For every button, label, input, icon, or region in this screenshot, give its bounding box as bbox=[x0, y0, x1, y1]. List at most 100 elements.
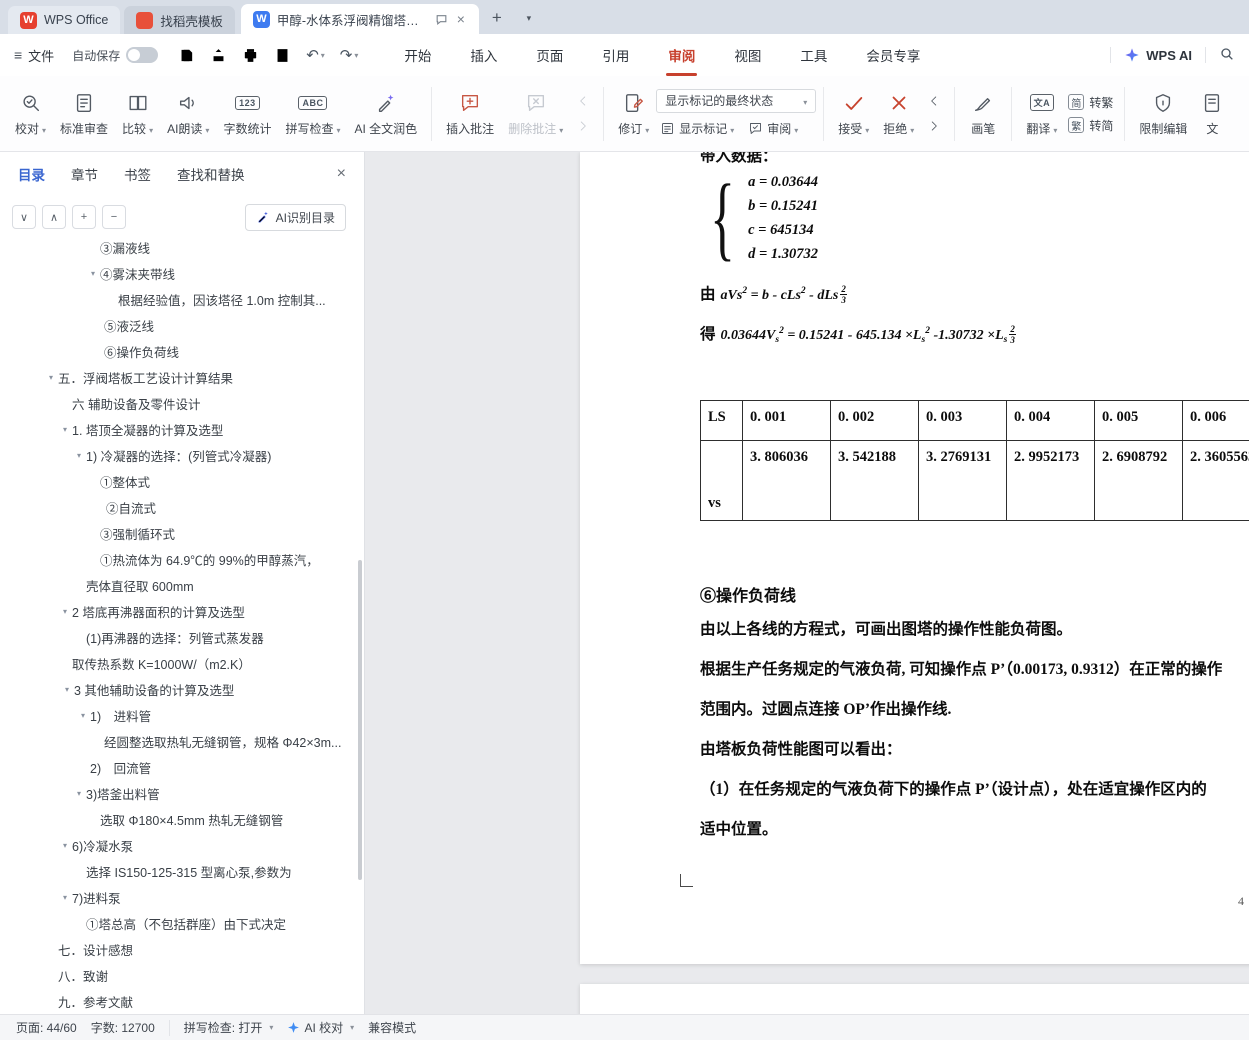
toc-item[interactable]: 6)冷凝水泵 bbox=[0, 832, 364, 858]
toc-item[interactable]: 2 塔底再沸器面积的计算及选型 bbox=[0, 598, 364, 624]
previous-change-button[interactable] bbox=[923, 91, 945, 111]
save-button[interactable] bbox=[178, 47, 195, 64]
toc-item[interactable]: 八．致谢 bbox=[0, 962, 364, 988]
sidebar-tab-chapters[interactable]: 章节 bbox=[71, 164, 98, 184]
standard-review-button[interactable]: 标准审查 bbox=[53, 86, 115, 142]
to-traditional-button[interactable]: 简 转繁 bbox=[1068, 94, 1113, 111]
menu-item[interactable]: 引用 bbox=[600, 34, 631, 76]
toc-item[interactable]: ③漏液线 bbox=[0, 234, 364, 260]
track-changes-button[interactable]: 修订 bbox=[611, 86, 656, 142]
to-simplified-button[interactable]: 繁 转简 bbox=[1068, 117, 1113, 134]
close-tab-button[interactable]: × bbox=[455, 11, 467, 27]
markup-state-select[interactable]: 显示标记的最终状态 bbox=[656, 89, 816, 113]
proofread-button[interactable]: 校对 bbox=[8, 86, 53, 142]
undo-button[interactable]: ↶ bbox=[306, 46, 325, 64]
menu-item[interactable]: 插入 bbox=[468, 34, 499, 76]
menu-item[interactable]: 视图 bbox=[732, 34, 763, 76]
menu-item[interactable]: 页面 bbox=[534, 34, 565, 76]
expand-all-button[interactable]: ∨ bbox=[12, 205, 36, 229]
expand-triangle-icon[interactable] bbox=[58, 425, 72, 434]
toc-item[interactable]: ③强制循环式 bbox=[0, 520, 364, 546]
document-page[interactable]: 带入数据： a = 0.03644b = 0.15241c = 645134d … bbox=[580, 152, 1249, 964]
toc-item[interactable]: 7)进料泵 bbox=[0, 884, 364, 910]
toc-item[interactable]: ②自流式 bbox=[0, 494, 364, 520]
expand-triangle-icon[interactable] bbox=[44, 373, 58, 382]
translate-button[interactable]: 文A 翻译 bbox=[1019, 86, 1064, 142]
toc-item[interactable]: ①热流体为 64.9℃的 99%的甲醇蒸汽， bbox=[0, 546, 364, 572]
toc-item[interactable]: 五．浮阀塔板工艺设计计算结果 bbox=[0, 364, 364, 390]
accept-change-button[interactable]: 接受 bbox=[831, 86, 876, 142]
zoom-out-button[interactable]: − bbox=[102, 205, 126, 229]
toc-item[interactable]: 3 其他辅助设备的计算及选型 bbox=[0, 676, 364, 702]
toc-item[interactable]: ⑤液泛线 bbox=[0, 312, 364, 338]
word-count-indicator[interactable]: 字数: 12700 bbox=[91, 1019, 155, 1036]
toc-item[interactable]: (1)再沸器的选择：列管式蒸发器 bbox=[0, 624, 364, 650]
toc-item[interactable]: 选择 IS150-125-315 型离心泵,参数为 bbox=[0, 858, 364, 884]
page-indicator[interactable]: 页面: 44/60 bbox=[16, 1019, 77, 1036]
toc-item[interactable]: 1. 塔顶全凝器的计算及选型 bbox=[0, 416, 364, 442]
toc-item[interactable]: 取传热系数 K=1000W/（m2.K） bbox=[0, 650, 364, 676]
next-document-page[interactable] bbox=[580, 984, 1249, 1014]
sidebar-tab-bookmarks[interactable]: 书签 bbox=[124, 164, 151, 184]
new-tab-button[interactable] bbox=[485, 6, 509, 30]
ink-brush-button[interactable]: 画笔 bbox=[962, 86, 1004, 142]
spellcheck-status[interactable]: 拼写检查: 打开 bbox=[184, 1019, 274, 1036]
toc-item[interactable]: ⑥操作负荷线 bbox=[0, 338, 364, 364]
restrict-editing-button[interactable]: 限制编辑 bbox=[1132, 86, 1194, 142]
toc-item[interactable]: ①塔总高（不包括群座）由下式决定 bbox=[0, 910, 364, 936]
ai-recognize-toc-button[interactable]: AI识别目录 bbox=[245, 204, 346, 231]
toc-item[interactable]: ④雾沫夹带线 bbox=[0, 260, 364, 286]
expand-triangle-icon[interactable] bbox=[58, 893, 72, 902]
print-button[interactable] bbox=[242, 47, 259, 64]
document-permission-button[interactable]: 文 bbox=[1194, 86, 1230, 142]
expand-triangle-icon[interactable] bbox=[58, 607, 72, 616]
expand-triangle-icon[interactable] bbox=[72, 789, 86, 798]
search-icon[interactable] bbox=[1219, 46, 1235, 65]
toc-item[interactable]: 六 辅助设备及零件设计 bbox=[0, 390, 364, 416]
next-change-button[interactable] bbox=[923, 116, 945, 136]
expand-triangle-icon[interactable] bbox=[86, 269, 100, 278]
menu-item[interactable]: 工具 bbox=[798, 34, 829, 76]
menu-item[interactable]: 会员专享 bbox=[864, 34, 922, 76]
close-sidebar-button[interactable]: × bbox=[337, 165, 346, 183]
ai-proofread-status[interactable]: AI 校对 bbox=[287, 1019, 354, 1036]
toc-item[interactable]: ①整体式 bbox=[0, 468, 364, 494]
toc-item[interactable]: 九．参考文献 bbox=[0, 988, 364, 1014]
menu-item[interactable]: 审阅 bbox=[666, 34, 697, 76]
spell-check-button[interactable]: ABC 拼写检查 bbox=[278, 86, 347, 142]
collapse-all-button[interactable]: ∧ bbox=[42, 205, 66, 229]
sidebar-scrollbar[interactable] bbox=[358, 560, 362, 880]
wps-ai-button[interactable]: WPS AI bbox=[1124, 47, 1192, 63]
export-button[interactable] bbox=[210, 47, 227, 64]
expand-triangle-icon[interactable] bbox=[72, 451, 86, 460]
expand-triangle-icon[interactable] bbox=[76, 711, 90, 720]
toc-item[interactable]: 七．设计感想 bbox=[0, 936, 364, 962]
ai-polish-button[interactable]: AI 全文润色 bbox=[347, 86, 424, 142]
reject-change-button[interactable]: 拒绝 bbox=[876, 86, 921, 142]
redo-button[interactable]: ↷ bbox=[340, 46, 359, 64]
autosave-toggle[interactable] bbox=[126, 47, 158, 63]
toc-item[interactable]: 1) 冷凝器的选择：(列管式冷凝器) bbox=[0, 442, 364, 468]
toc-item[interactable]: 1) 进料管 bbox=[0, 702, 364, 728]
compare-button[interactable]: 比较 bbox=[115, 86, 160, 142]
toc-item[interactable]: 根据经验值，因该塔径 1.0m 控制其... bbox=[0, 286, 364, 312]
review-pane-button[interactable]: 审阅 bbox=[744, 118, 802, 139]
toc-item[interactable]: 3)塔釜出料管 bbox=[0, 780, 364, 806]
toc-item[interactable]: 选取 Φ180×4.5mm 热轧无缝钢管 bbox=[0, 806, 364, 832]
menu-item[interactable]: 开始 bbox=[402, 34, 433, 76]
ai-read-button[interactable]: AI朗读 bbox=[160, 86, 216, 142]
sidebar-tab-contents[interactable]: 目录 bbox=[18, 164, 45, 184]
insert-comment-button[interactable]: 插入批注 bbox=[439, 86, 501, 142]
toc-item[interactable]: 2) 回流管 bbox=[0, 754, 364, 780]
word-count-button[interactable]: 123 字数统计 bbox=[216, 86, 278, 142]
toc-item[interactable]: 经圆整选取热轧无缝钢管，规格 Φ42×3m... bbox=[0, 728, 364, 754]
print-preview-button[interactable] bbox=[274, 47, 291, 64]
comment-bubble-icon[interactable] bbox=[435, 13, 448, 26]
show-markup-button[interactable]: 显示标记 bbox=[656, 118, 738, 139]
tab-wps-office[interactable]: W WPS Office bbox=[8, 6, 120, 34]
tab-list-button[interactable] bbox=[517, 6, 541, 30]
expand-triangle-icon[interactable] bbox=[58, 841, 72, 850]
tab-active-document[interactable]: W 甲醇-水体系浮阀精馏塔的设计 × bbox=[241, 4, 479, 34]
expand-triangle-icon[interactable] bbox=[60, 685, 74, 694]
sidebar-tab-find-replace[interactable]: 查找和替换 bbox=[177, 164, 245, 184]
